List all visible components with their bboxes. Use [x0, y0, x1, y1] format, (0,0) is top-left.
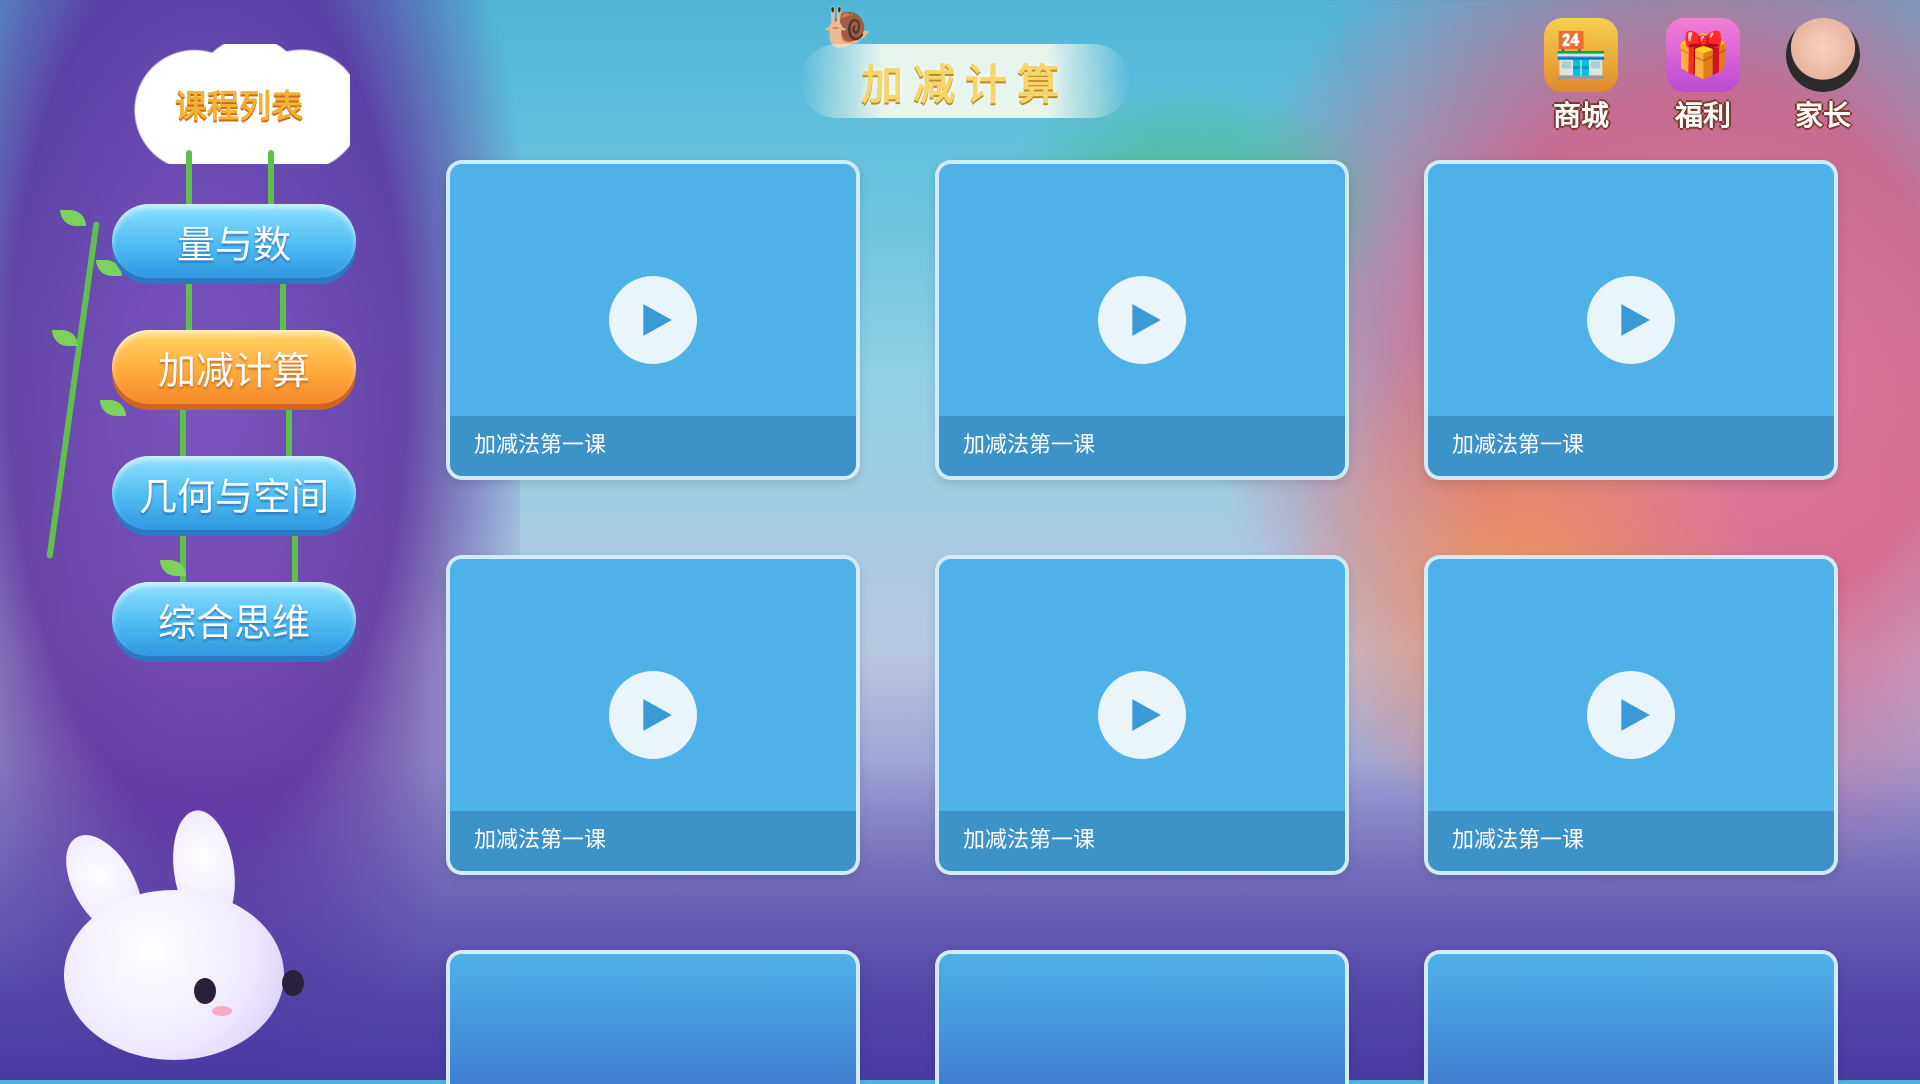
play-icon[interactable] — [1098, 276, 1186, 364]
sidebar-item-quantity[interactable]: 量与数 — [112, 204, 356, 278]
sidebar-item-geometry[interactable]: 几何与空间 — [112, 456, 356, 530]
sidebar-item-addition-subtraction[interactable]: 加减计算 — [112, 330, 356, 404]
lesson-card[interactable] — [1424, 950, 1838, 1084]
lesson-title: 加减法第一课 — [450, 416, 856, 476]
play-icon[interactable] — [1098, 671, 1186, 759]
leaf-decoration — [100, 400, 126, 416]
lesson-card[interactable] — [446, 950, 860, 1084]
lesson-thumbnail — [1428, 954, 1834, 1084]
welfare-button[interactable]: 🎁 福利 — [1648, 18, 1758, 138]
sidebar-item-label: 加减计算 — [157, 348, 310, 393]
gift-icon: 🎁 — [1666, 18, 1740, 92]
lesson-card[interactable]: 加减法第一课 — [1424, 160, 1838, 480]
vine-decoration — [46, 221, 100, 559]
lesson-grid: 加减法第一课 加减法第一课 加减法第一课 加减法第一课 加减法第一课 加减法第一… — [446, 160, 1840, 1084]
lesson-card[interactable]: 加减法第一课 — [446, 555, 860, 875]
sidebar-item-thinking[interactable]: 综合思维 — [112, 582, 356, 656]
play-icon[interactable] — [1587, 276, 1675, 364]
sidebar-item-label: 综合思维 — [157, 600, 310, 645]
vine-decoration — [280, 276, 286, 336]
play-icon[interactable] — [1587, 671, 1675, 759]
vine-decoration — [180, 402, 186, 462]
shop-icon: 🏪 — [1544, 18, 1618, 92]
lesson-title: 加减法第一课 — [450, 811, 856, 871]
welfare-label: 福利 — [1674, 99, 1731, 132]
lesson-card[interactable]: 加减法第一课 — [1424, 555, 1838, 875]
vine-decoration — [180, 530, 186, 590]
parent-avatar-icon — [1786, 18, 1860, 92]
lesson-title: 加减法第一课 — [939, 416, 1345, 476]
sidebar-item-label: 量与数 — [176, 222, 291, 267]
lesson-card[interactable]: 加减法第一课 — [935, 160, 1349, 480]
sidebar-item-label: 几何与空间 — [138, 474, 329, 519]
play-icon[interactable] — [609, 276, 697, 364]
vine-decoration — [286, 402, 292, 462]
shop-label: 商城 — [1552, 99, 1609, 132]
leaf-decoration — [60, 210, 86, 226]
course-list-heading: 课程列表 — [128, 44, 350, 164]
shop-button[interactable]: 🏪 商城 — [1526, 18, 1636, 138]
lesson-card[interactable]: 加减法第一课 — [935, 555, 1349, 875]
lesson-card[interactable] — [935, 950, 1349, 1084]
lesson-title: 加减法第一课 — [939, 811, 1345, 871]
vine-decoration — [186, 276, 192, 336]
parent-label: 家长 — [1794, 99, 1851, 132]
page-title: 加减计算 — [860, 59, 1069, 109]
lesson-thumbnail — [939, 954, 1345, 1084]
play-icon[interactable] — [609, 671, 697, 759]
vine-decoration — [292, 530, 298, 590]
lesson-title: 加减法第一课 — [1428, 811, 1834, 871]
course-list-heading-text: 课程列表 — [174, 87, 303, 125]
bunny-mascot — [24, 806, 314, 1070]
leaf-decoration — [52, 330, 78, 346]
lesson-thumbnail — [450, 954, 856, 1084]
page-title-banner: 加减计算 — [800, 44, 1130, 118]
lesson-title: 加减法第一课 — [1428, 416, 1834, 476]
lesson-card[interactable]: 加减法第一课 — [446, 160, 860, 480]
parent-button[interactable]: 家长 — [1768, 18, 1878, 138]
